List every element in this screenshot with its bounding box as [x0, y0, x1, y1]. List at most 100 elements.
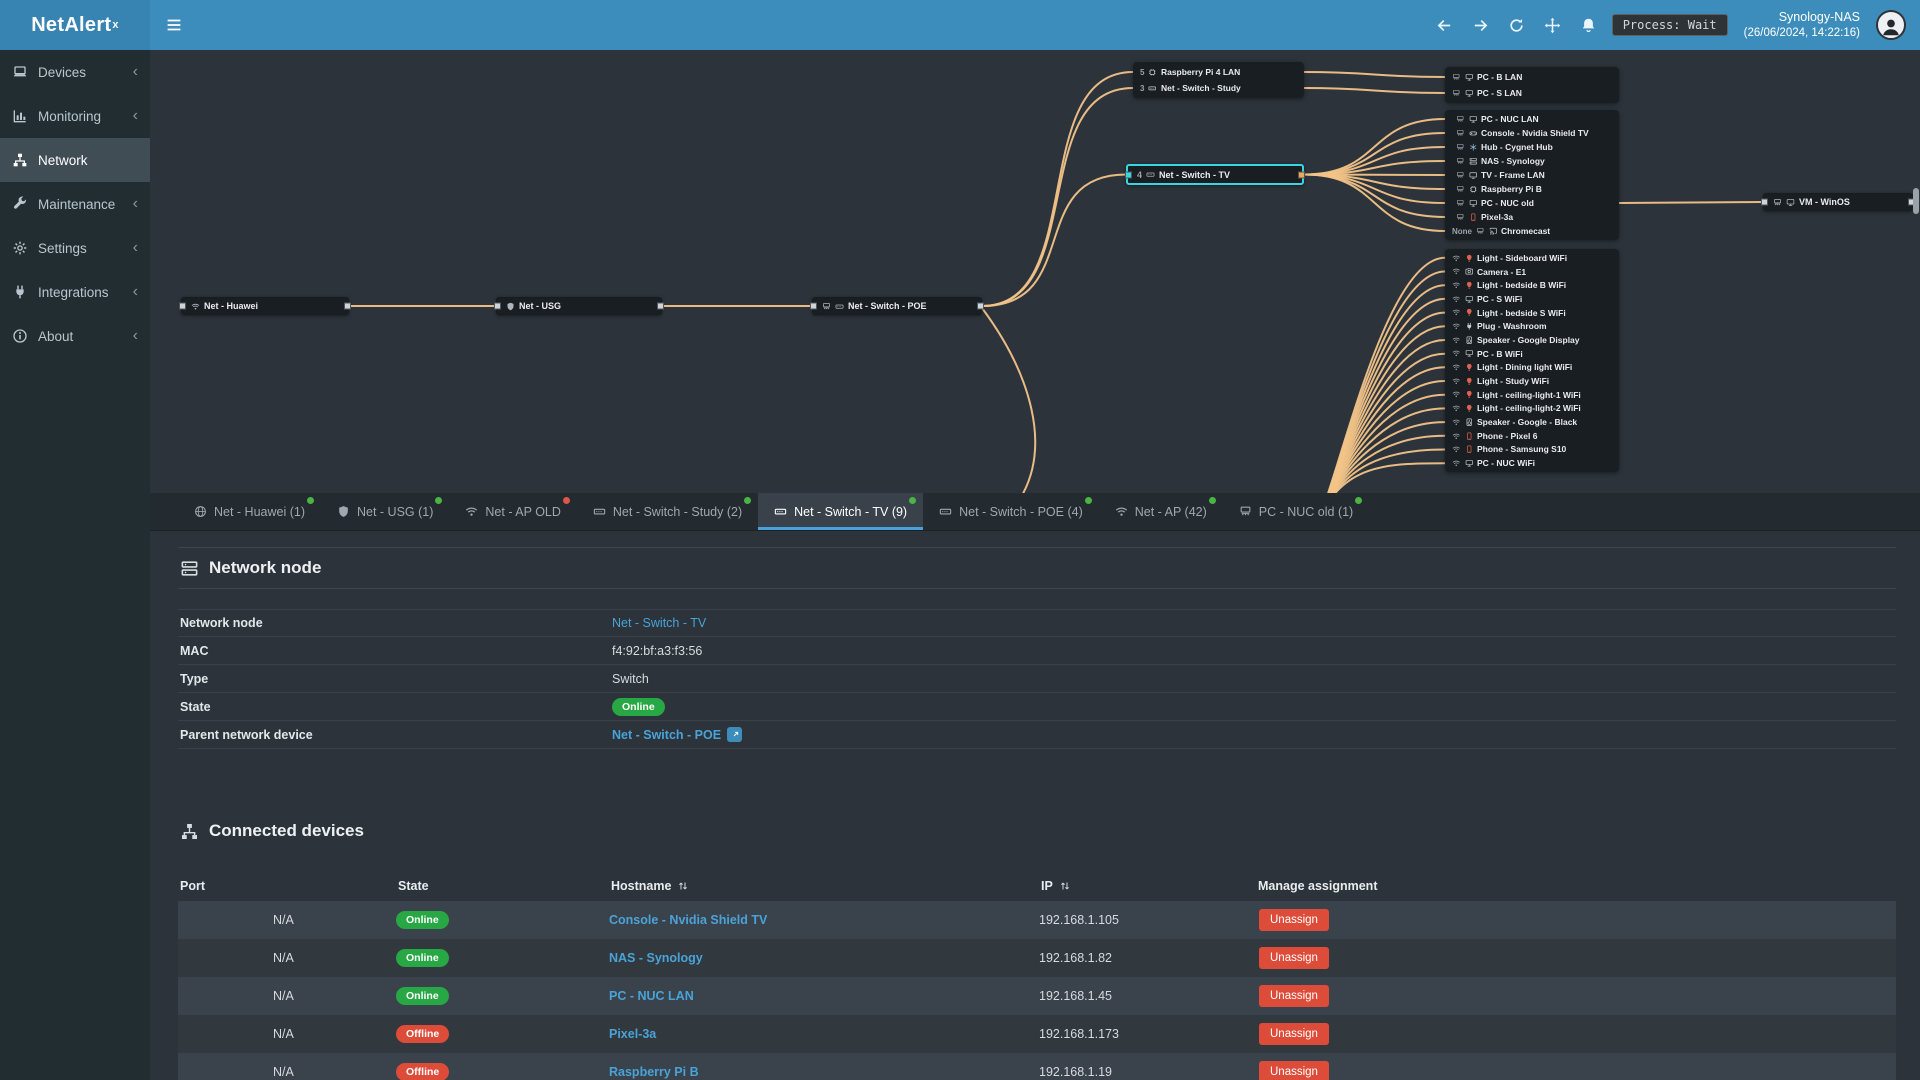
sidebar-item-monitoring[interactable]: Monitoring ‹ [0, 94, 150, 138]
unassign-button[interactable]: Unassign [1259, 1023, 1329, 1045]
topo-device-row[interactable]: PC - S LAN [1445, 85, 1619, 101]
topo-device-row[interactable]: Phone - Pixel 6 [1445, 429, 1619, 443]
column-manage: Manage assignment [1258, 879, 1378, 893]
topo-device-row[interactable]: Light - Sideboard WiFi [1445, 251, 1619, 265]
device-icon [1465, 308, 1474, 317]
topo-node-net-switch-poe[interactable]: Net - Switch - POE [812, 297, 982, 315]
topo-device-row[interactable]: PC - NUC WiFi [1445, 456, 1619, 470]
back-button[interactable] [1434, 0, 1456, 50]
topo-device-row[interactable]: NAS - Synology [1445, 154, 1619, 168]
field-value: Net - Switch - POE Net - Switch - POE Ne… [612, 727, 1896, 742]
topo-node-net-switch-tv[interactable]: 4 Net - Switch - TV [1126, 164, 1304, 185]
topo-device-row[interactable]: PC - NUC old [1445, 196, 1619, 210]
tab-status-dot [435, 497, 443, 504]
node-link[interactable]: Net - Switch - TV [612, 616, 706, 630]
scrollbar-thumb[interactable] [1913, 188, 1919, 214]
unassign-button[interactable]: Unassign [1259, 947, 1329, 969]
wifi-icon [1452, 336, 1461, 345]
topo-device-row[interactable]: TV - Frame LAN [1445, 168, 1619, 182]
sidebar-item-icon [12, 64, 28, 80]
refresh-button[interactable] [1506, 0, 1528, 50]
sidebar-item-integrations[interactable]: Integrations ‹ [0, 270, 150, 314]
topo-device-row[interactable]: Light - Study WiFi [1445, 374, 1619, 388]
topo-node-net-usg[interactable]: Net - USG [496, 297, 662, 315]
topo-device-row[interactable]: Pixel-3a [1445, 210, 1619, 224]
hostname-link[interactable]: Console - Nvidia Shield TV [609, 913, 767, 927]
move-button[interactable] [1542, 0, 1564, 50]
device-icon [1465, 322, 1474, 331]
topo-device-row[interactable]: Light - bedside B WiFi [1445, 278, 1619, 292]
network-topology-map[interactable]: Net - Huawei Net - USG Net - Switch - PO… [150, 50, 1920, 493]
topo-device-row[interactable]: Light - ceiling-light-2 WiFi [1445, 402, 1619, 416]
device-icon [1465, 445, 1474, 454]
tab-net-switch-tv[interactable]: Net - Switch - TV (9) [758, 493, 924, 530]
tab-net-switch-study[interactable]: Net - Switch - Study (2) [577, 493, 758, 530]
topo-device-row[interactable]: Console - Nvidia Shield TV [1445, 126, 1619, 140]
device-table-row: N/A Online Console - Nvidia Shield TV 19… [178, 901, 1896, 939]
sidebar-item-maintenance[interactable]: Maintenance ‹ [0, 182, 150, 226]
hostname-link[interactable]: NAS - Synology [609, 951, 703, 965]
tab-icon [939, 505, 952, 518]
device-label: Speaker - Google Display [1477, 334, 1580, 345]
topo-device-row[interactable]: Hub - Cygnet Hub [1445, 140, 1619, 154]
device-icon [1465, 73, 1474, 82]
hostname-link[interactable]: Pixel-3a [609, 1027, 656, 1041]
topo-device-row[interactable]: 5 Raspberry Pi 4 LAN [1133, 64, 1304, 80]
sidebar-item-label: About [38, 328, 74, 344]
tab-net-ap[interactable]: Net - AP (42) [1099, 493, 1223, 530]
device-icon [1469, 185, 1478, 194]
netalertx-app: { "app": { "title": "NetAlert", "title_s… [0, 0, 1920, 1080]
topo-node-vm-winos[interactable]: VM - WinOS [1763, 193, 1913, 211]
topo-device-row[interactable]: Raspberry Pi B [1445, 182, 1619, 196]
sidebar-item-devices[interactable]: Devices ‹ [0, 50, 150, 94]
topo-node-net-huawei[interactable]: Net - Huawei [181, 297, 349, 315]
notifications-button[interactable] [1578, 0, 1600, 50]
topo-device-row[interactable]: Plug - Washroom [1445, 319, 1619, 333]
topo-device-row[interactable]: PC - B LAN [1445, 69, 1619, 85]
sidebar-item-label: Devices [38, 64, 87, 80]
sidebar-item-network[interactable]: Network [0, 138, 150, 182]
unassign-button[interactable]: Unassign [1259, 909, 1329, 931]
app-title-sup: x [112, 19, 119, 31]
topo-device-row[interactable]: Speaker - Google Display [1445, 333, 1619, 347]
process-status-badge[interactable]: Process: Wait [1611, 14, 1728, 36]
topo-device-row[interactable]: Light - ceiling-light-1 WiFi [1445, 388, 1619, 402]
tab-status-dot [909, 497, 917, 504]
hostname-link[interactable]: PC - NUC LAN [609, 989, 694, 1003]
sort-icon[interactable] [1059, 880, 1071, 892]
port-label: None [1452, 226, 1472, 236]
external-link-icon[interactable] [727, 727, 743, 742]
topo-device-row[interactable]: Light - Dining light WiFi [1445, 361, 1619, 375]
sidebar-item-icon [12, 152, 28, 168]
sidebar-item-about[interactable]: About ‹ [0, 314, 150, 358]
sort-icon[interactable] [677, 880, 689, 892]
topo-device-row[interactable]: 3 Net - Switch - Study [1133, 80, 1304, 96]
topo-device-row[interactable]: Camera - E1 [1445, 265, 1619, 279]
chevron-left-icon: ‹ [132, 107, 138, 124]
forward-button[interactable] [1470, 0, 1492, 50]
tab-net-usg[interactable]: Net - USG (1) [321, 493, 449, 530]
tab-pc-nuc-old[interactable]: PC - NUC old (1) [1223, 493, 1369, 530]
ethernet-icon [1456, 157, 1465, 166]
topo-device-row[interactable]: PC - B WiFi [1445, 347, 1619, 361]
tab-net-switch-poe[interactable]: Net - Switch - POE (4) [923, 493, 1099, 530]
sidebar-item-icon [12, 284, 28, 300]
unassign-button[interactable]: Unassign [1259, 985, 1329, 1007]
sidebar-item-settings[interactable]: Settings ‹ [0, 226, 150, 270]
topo-device-row[interactable]: PC - NUC LAN [1445, 112, 1619, 126]
tab-net-huawei[interactable]: Net - Huawei (1) [178, 493, 321, 530]
topo-device-row[interactable]: Phone - Samsung S10 [1445, 443, 1619, 457]
tab-net-ap-old[interactable]: Net - AP OLD [449, 493, 577, 530]
device-label: Camera - E1 [1477, 266, 1527, 277]
topo-device-row[interactable]: Speaker - Google - Black [1445, 415, 1619, 429]
topo-device-row[interactable]: Light - bedside S WiFi [1445, 306, 1619, 320]
unassign-button[interactable]: Unassign [1259, 1061, 1329, 1080]
sidebar-item-label: Settings [38, 240, 87, 256]
app-logo[interactable]: NetAlert x [0, 0, 150, 50]
topo-device-row[interactable]: PC - S WiFi [1445, 292, 1619, 306]
parent-device-link[interactable]: Net - Switch - POE [612, 727, 743, 742]
sidebar-toggle-button[interactable] [150, 0, 198, 50]
topo-device-row[interactable]: None Chromecast [1445, 224, 1619, 238]
hostname-link[interactable]: Raspberry Pi B [609, 1065, 699, 1079]
user-avatar[interactable] [1876, 10, 1906, 40]
